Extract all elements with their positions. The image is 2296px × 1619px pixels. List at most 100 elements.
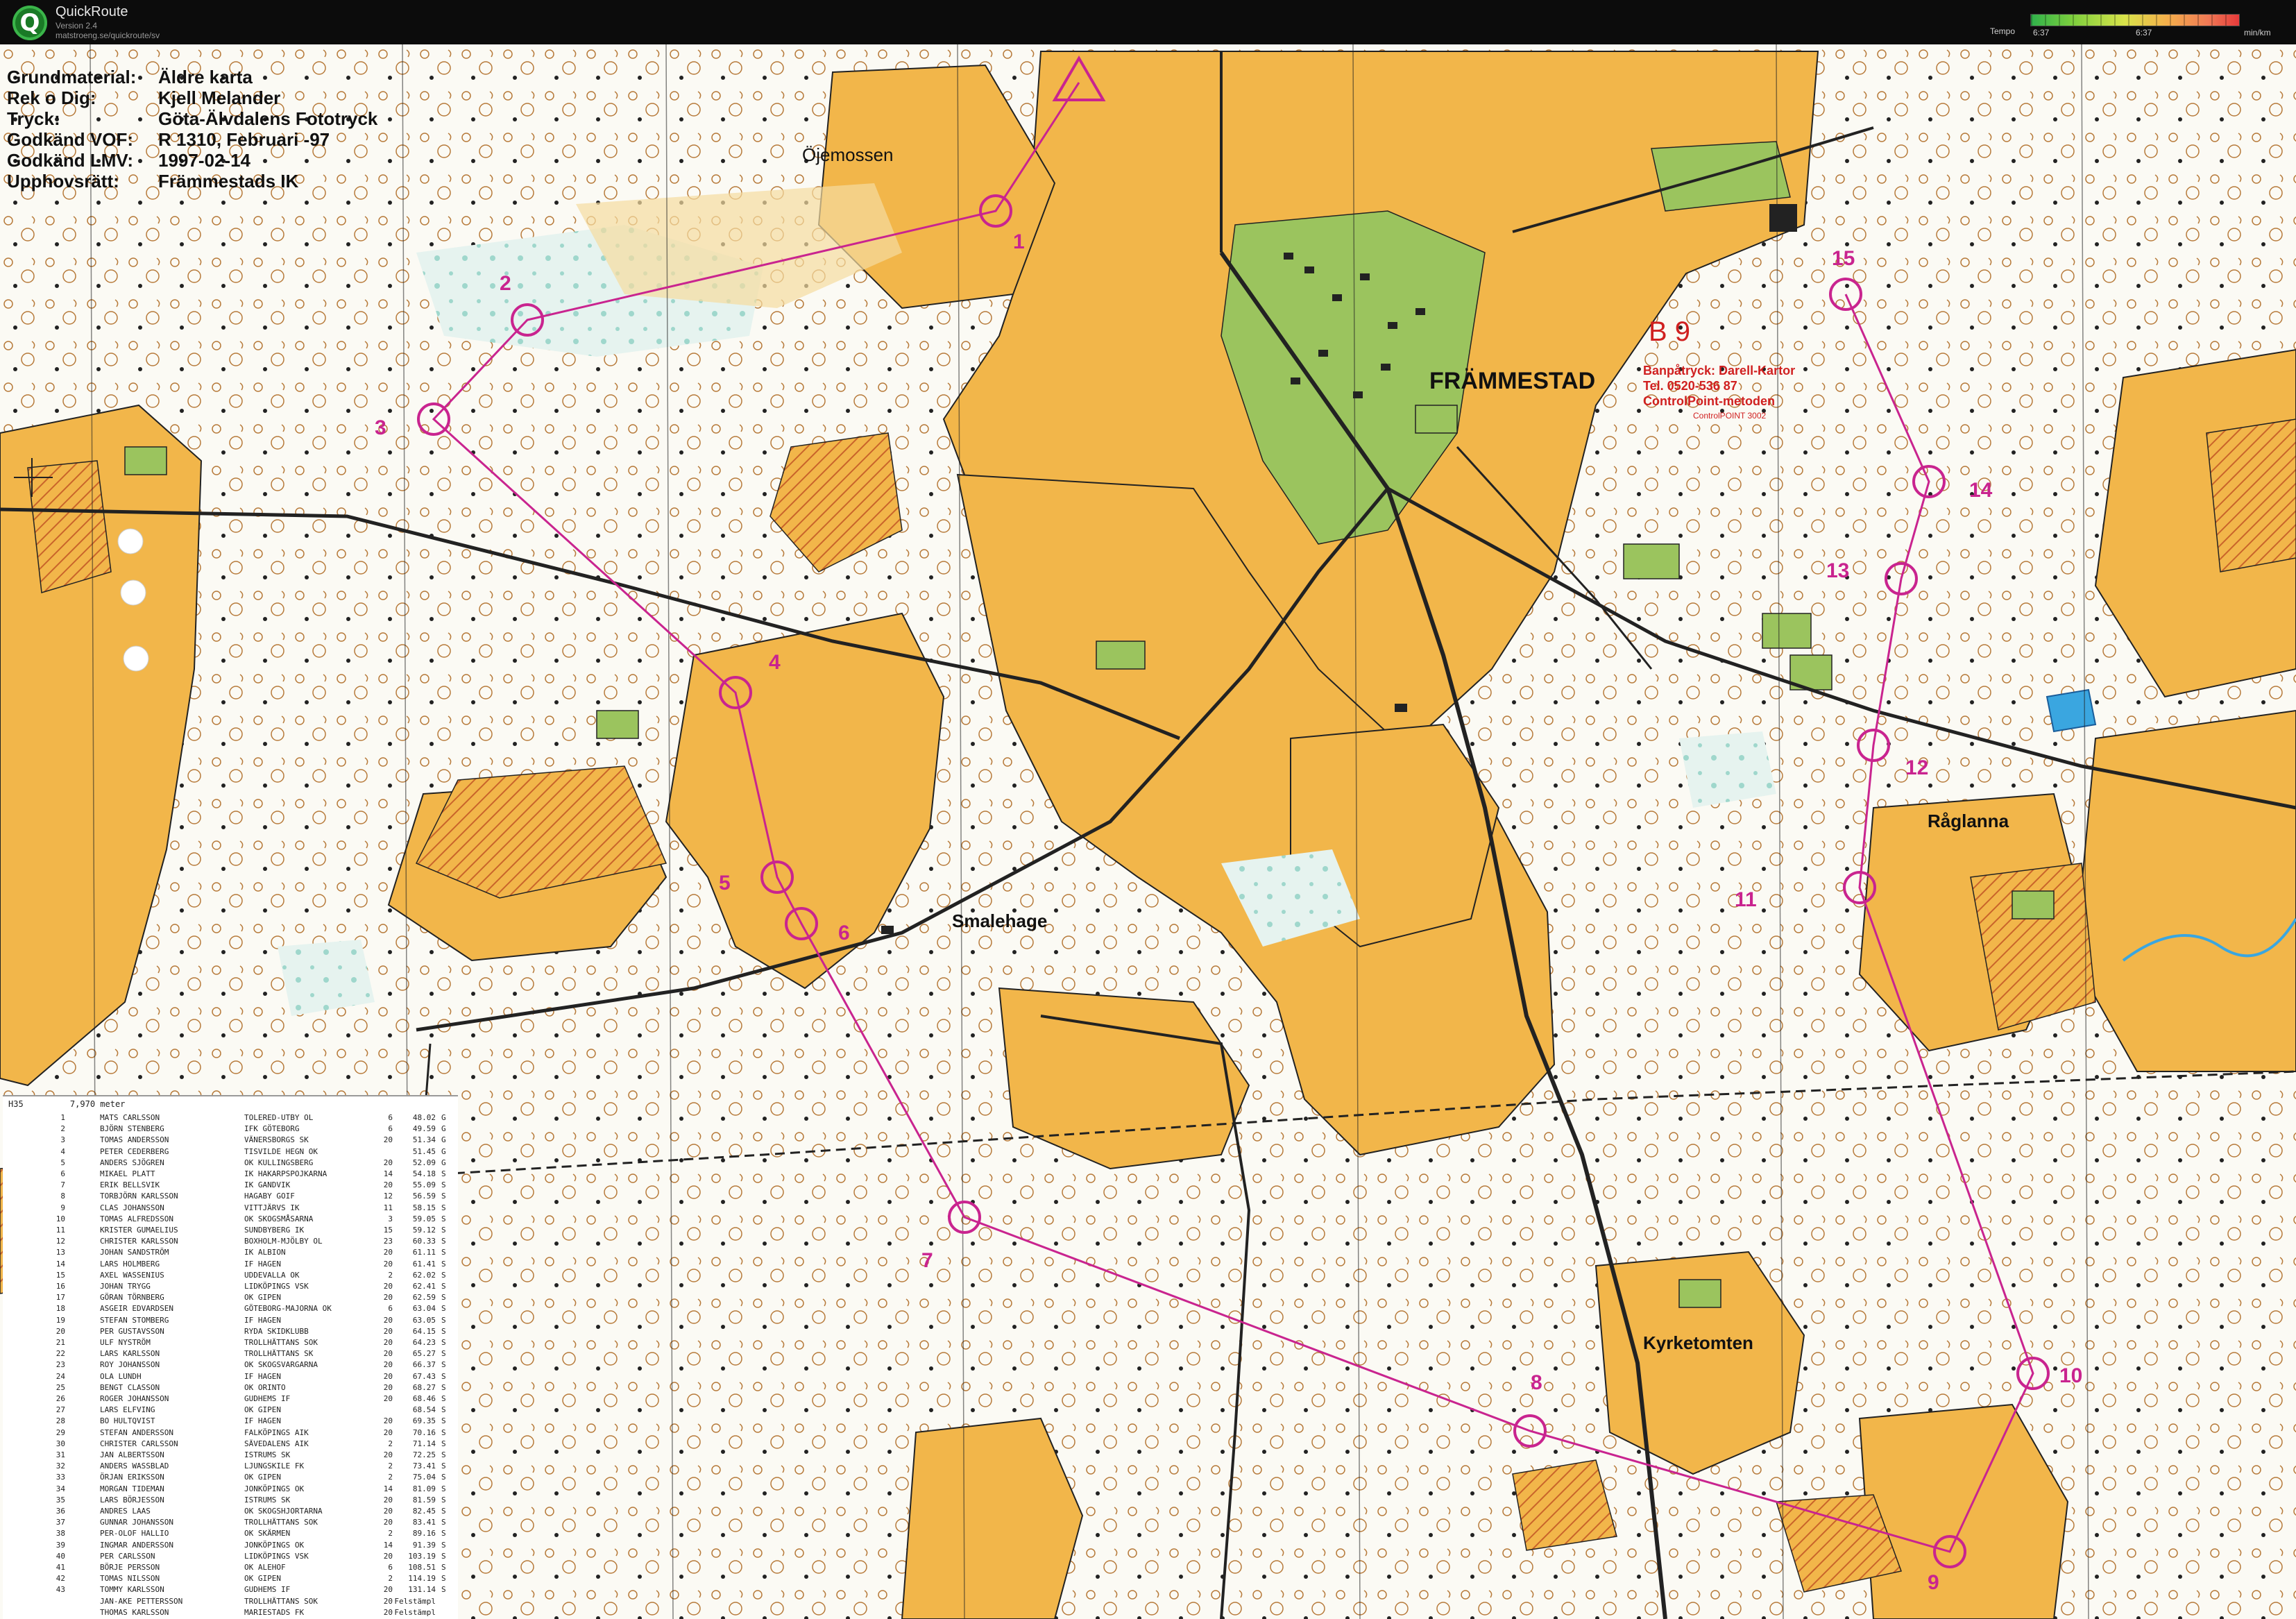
table-cell-club: RYDA SKIDKLUBB bbox=[244, 1326, 309, 1336]
table-cell-name: TORBJÖRN KARLSSON bbox=[100, 1192, 178, 1201]
table-cell-pos: 11 bbox=[56, 1226, 65, 1235]
table-cell-club: LJUNGSKILE FK bbox=[244, 1461, 305, 1471]
table-cell-pos: 15 bbox=[56, 1270, 65, 1280]
table-cell-name: ERIK BELLSVIK bbox=[100, 1180, 160, 1190]
table-cell-pos: 42 bbox=[56, 1574, 65, 1584]
table-cell-age: 20 bbox=[383, 1507, 393, 1516]
info-key: Godkänd LMV: bbox=[7, 150, 133, 171]
table-cell-name: ANDERS SJÖGREN bbox=[100, 1158, 164, 1167]
table-cell-name: JAN-AKE PETTERSSON bbox=[100, 1596, 183, 1606]
pace-color-scale bbox=[2030, 14, 2240, 26]
table-cell-club: TROLLHÄTTANS SOK bbox=[244, 1518, 318, 1527]
place-ojemossen: Öjemossen bbox=[802, 144, 894, 165]
table-cell-name: PER CARLSSON bbox=[100, 1551, 155, 1561]
info-value: Äldre karta bbox=[158, 67, 253, 87]
table-cell-name: JOHAN SANDSTRÖM bbox=[100, 1248, 169, 1257]
quickroute-window: Q QuickRoute Version 2.4 matstroeng.se/q… bbox=[0, 0, 2296, 1619]
table-cell-age: 23 bbox=[383, 1237, 393, 1246]
table-cell-club: GUDHEMS IF bbox=[244, 1394, 291, 1403]
table-cell-pos: 41 bbox=[56, 1563, 65, 1572]
table-cell-club: VÄNERSBORGS SK bbox=[244, 1135, 309, 1145]
table-cell-club: TROLLHÄTTANS SOK bbox=[244, 1338, 318, 1347]
table-cell-time: 52.09 bbox=[412, 1158, 436, 1167]
table-cell-club: UDDEVALLA OK bbox=[244, 1270, 300, 1280]
table-cell-club: OK GIPEN bbox=[244, 1293, 281, 1303]
table-cell-pos: 17 bbox=[56, 1293, 65, 1303]
place-smalehage: Smalehage bbox=[952, 910, 1048, 931]
table-cell-name: ROGER JOHANSSON bbox=[100, 1394, 169, 1403]
course-code: B 9 bbox=[1649, 316, 1691, 347]
table-cell-pos: 18 bbox=[56, 1304, 65, 1314]
table-cell-time: 63.04 bbox=[412, 1304, 436, 1314]
table-cell-age: 2 bbox=[388, 1461, 393, 1471]
app-title: QuickRoute bbox=[56, 4, 128, 19]
table-cell-name: GÖRAN TÖRNBERG bbox=[100, 1293, 164, 1303]
table-cell-club: GUDHEMS IF bbox=[244, 1585, 291, 1595]
table-cell-age: 20 bbox=[383, 1315, 393, 1325]
table-cell-st: S bbox=[441, 1450, 446, 1459]
table-cell-st: S bbox=[441, 1180, 446, 1190]
table-cell-age: 20 bbox=[383, 1427, 393, 1437]
control-number-14: 14 bbox=[1969, 479, 1993, 502]
table-cell-time: Felstämpl bbox=[394, 1596, 436, 1606]
table-cell-pos: 29 bbox=[56, 1427, 65, 1437]
table-cell-time: 49.59 bbox=[412, 1124, 436, 1134]
table-cell-time: 66.37 bbox=[412, 1360, 436, 1370]
table-cell-time: 62.59 bbox=[412, 1293, 436, 1303]
table-cell-time: 131.14 bbox=[408, 1585, 436, 1595]
table-cell-st: S bbox=[441, 1304, 446, 1314]
table-cell-name: BO HULTQVIST bbox=[100, 1416, 155, 1426]
info-row-print: Tryck: Göta-Älvdalens Fototryck bbox=[7, 108, 377, 130]
table-cell-club: IF HAGEN bbox=[244, 1315, 281, 1325]
table-cell-name: JAN ALBERTSSON bbox=[100, 1450, 164, 1459]
table-cell-age: 20 bbox=[383, 1135, 393, 1145]
table-cell-st: S bbox=[441, 1461, 446, 1471]
table-cell-age: 2 bbox=[388, 1439, 393, 1448]
table-cell-name: PETER CEDERBERG bbox=[100, 1146, 169, 1156]
table-cell-time: 62.41 bbox=[412, 1282, 436, 1291]
control-number-7: 7 bbox=[921, 1249, 933, 1272]
table-cell-name: KRISTER GUMAELIUS bbox=[100, 1226, 178, 1235]
legend-unit: min/km bbox=[2244, 28, 2271, 37]
table-cell-st: S bbox=[441, 1473, 446, 1482]
table-cell-st: G bbox=[441, 1135, 446, 1145]
pace-legend: Tempo 6:37 6:37 min/km bbox=[1990, 8, 2281, 39]
table-cell-pos: 4 bbox=[60, 1146, 65, 1156]
table-cell-age: 20 bbox=[383, 1349, 393, 1359]
table-cell-club: MARIESTADS FK bbox=[244, 1607, 305, 1617]
table-cell-age: 20 bbox=[383, 1607, 393, 1617]
table-cell-time: 56.59 bbox=[412, 1192, 436, 1201]
table-cell-pos: 27 bbox=[56, 1405, 65, 1415]
table-cell-time: 68.46 bbox=[412, 1394, 436, 1403]
table-cell-st: S bbox=[441, 1529, 446, 1539]
table-cell-pos: 2 bbox=[60, 1124, 65, 1134]
table-cell-club: IK ALBION bbox=[244, 1248, 286, 1257]
info-key: Godkänd VOF: bbox=[7, 129, 133, 150]
table-cell-club: SUNDBYBERG IK bbox=[244, 1226, 305, 1235]
table-cell-club: OK SKOGSVARGARNA bbox=[244, 1360, 318, 1370]
table-cell-club: VITTJÄRVS IK bbox=[244, 1203, 300, 1212]
table-cell-club: FALKÖPINGS AIK bbox=[244, 1427, 309, 1437]
course-phone: Tel. 0520-536 87 bbox=[1643, 379, 1737, 393]
control-number-5: 5 bbox=[719, 872, 731, 895]
table-cell-time: 54.18 bbox=[412, 1169, 436, 1178]
table-cell-club: OK SKÄRMEN bbox=[244, 1529, 291, 1539]
table-cell-age: 14 bbox=[383, 1169, 393, 1178]
table-cell-pos: 22 bbox=[56, 1349, 65, 1359]
orienteering-map[interactable]: Grundmaterial: Äldre karta Rek o Dig: Kjel… bbox=[0, 44, 2296, 1619]
table-cell-pos: 10 bbox=[56, 1214, 65, 1223]
table-cell-age: 12 bbox=[383, 1192, 393, 1201]
app-url[interactable]: matstroeng.se/quickroute/sv bbox=[56, 31, 160, 40]
info-key: Grundmaterial: bbox=[7, 67, 137, 87]
control-number-10: 10 bbox=[2059, 1364, 2083, 1387]
table-cell-pos: 1 bbox=[60, 1113, 65, 1122]
control-number-1: 1 bbox=[1013, 230, 1025, 253]
table-cell-name: ÖRJAN ERIKSSON bbox=[100, 1473, 164, 1482]
table-cell-pos: 24 bbox=[56, 1371, 65, 1381]
control-number-8: 8 bbox=[1531, 1371, 1542, 1394]
table-cell-age: 6 bbox=[388, 1304, 393, 1314]
table-cell-name: BENGT CLASSON bbox=[100, 1382, 160, 1392]
table-cell-age: 2 bbox=[388, 1574, 393, 1584]
table-cell-club: ISTRUMS SK bbox=[244, 1450, 291, 1459]
table-cell-time: 91.39 bbox=[412, 1540, 436, 1550]
